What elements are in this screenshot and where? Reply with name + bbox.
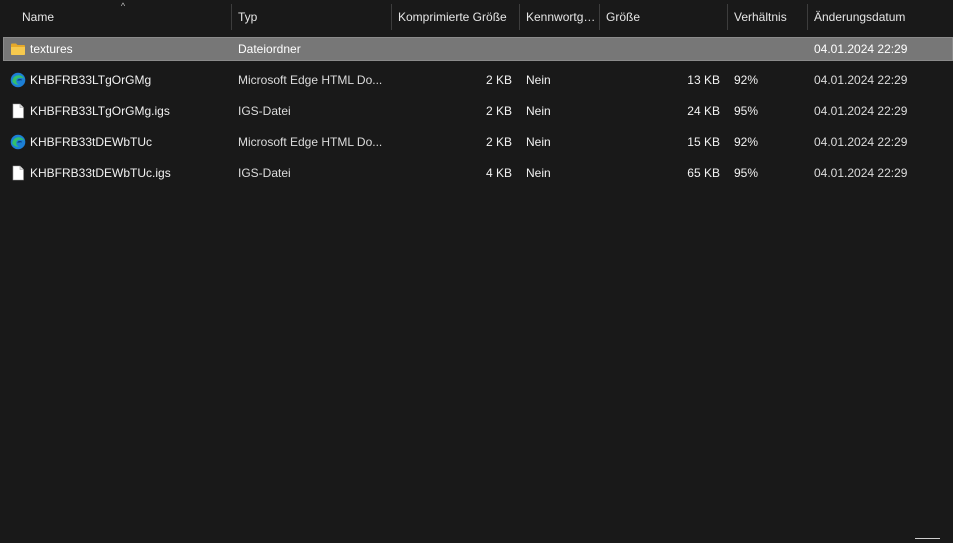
file-name: KHBFRB33tDEWbTUc.igs (30, 166, 171, 180)
file-type: Microsoft Edge HTML Do... (238, 135, 383, 149)
file-type: Microsoft Edge HTML Do... (238, 73, 383, 87)
file-type: Dateiordner (238, 42, 301, 56)
file-modified: 04.01.2024 22:29 (814, 42, 908, 56)
file-row-khbfrb33ltgorgmg-igs[interactable]: KHBFRB33LTgOrGMg.igs IGS-Datei 2 KB Nein… (0, 98, 953, 129)
file-size: 24 KB (687, 104, 720, 118)
folder-icon (11, 43, 25, 55)
file-ratio: 92% (734, 135, 759, 149)
file-row-khbfrb33tdewbtuc-igs[interactable]: KHBFRB33tDEWbTUc.igs IGS-Datei 4 KB Nein… (0, 160, 953, 191)
file-password: Nein (526, 135, 551, 149)
file-compressed-size: 2 KB (485, 135, 512, 149)
file-ratio: 95% (734, 104, 759, 118)
column-header-password[interactable]: Kennwortg… (526, 4, 596, 30)
file-modified: 04.01.2024 22:29 (814, 135, 908, 149)
file-modified: 04.01.2024 22:29 (814, 104, 908, 118)
file-name: textures (30, 42, 73, 56)
column-divider[interactable] (599, 4, 600, 30)
column-divider[interactable] (519, 4, 520, 30)
file-row-khbfrb33tdewbtuc[interactable]: KHBFRB33tDEWbTUc Microsoft Edge HTML Do.… (0, 129, 953, 160)
file-password (526, 36, 596, 62)
file-icon (12, 165, 24, 181)
file-compressed-size: 4 KB (485, 166, 512, 180)
column-header-size[interactable]: Größe (606, 4, 724, 30)
file-size (606, 36, 720, 62)
column-divider[interactable] (231, 4, 232, 30)
file-password: Nein (526, 104, 551, 118)
file-modified: 04.01.2024 22:29 (814, 166, 908, 180)
column-header-name[interactable]: Name (22, 4, 227, 30)
file-row-khbfrb33ltgorgmg[interactable]: KHBFRB33LTgOrGMg Microsoft Edge HTML Do.… (0, 67, 953, 98)
column-header-ratio[interactable]: Verhältnis (734, 4, 804, 30)
column-divider[interactable] (391, 4, 392, 30)
file-name: KHBFRB33tDEWbTUc (30, 135, 153, 149)
edge-icon (10, 72, 26, 88)
file-password: Nein (526, 166, 551, 180)
file-name: KHBFRB33LTgOrGMg (30, 73, 152, 87)
file-size: 15 KB (687, 135, 720, 149)
column-divider[interactable] (807, 4, 808, 30)
file-row-textures[interactable]: textures Dateiordner 04.01.2024 22:29 (0, 36, 953, 67)
file-size: 13 KB (687, 73, 720, 87)
file-name: KHBFRB33LTgOrGMg.igs (30, 104, 170, 118)
file-ratio (734, 36, 804, 62)
file-icon (12, 103, 24, 119)
file-type: IGS-Datei (238, 104, 291, 118)
column-header-modified[interactable]: Änderungsdatum (814, 4, 944, 30)
file-ratio: 92% (734, 73, 759, 87)
file-password: Nein (526, 73, 551, 87)
file-compressed-size: 2 KB (485, 104, 512, 118)
file-compressed-size (398, 36, 512, 62)
edge-icon (10, 134, 26, 150)
file-ratio: 95% (734, 166, 759, 180)
column-header-compressed-size[interactable]: Komprimierte Größe (398, 4, 516, 30)
file-type: IGS-Datei (238, 166, 291, 180)
file-list: textures Dateiordner 04.01.2024 22:29 KH… (0, 36, 953, 191)
column-header-type[interactable]: Typ (238, 4, 388, 30)
column-divider[interactable] (727, 4, 728, 30)
file-compressed-size: 2 KB (485, 73, 512, 87)
file-list-pane: ^ Name Typ Komprimierte Größe Kennwortg…… (0, 0, 953, 543)
resize-grip-line (915, 538, 940, 539)
column-header: ^ Name Typ Komprimierte Größe Kennwortg…… (0, 0, 953, 34)
file-size: 65 KB (687, 166, 720, 180)
file-modified: 04.01.2024 22:29 (814, 73, 908, 87)
